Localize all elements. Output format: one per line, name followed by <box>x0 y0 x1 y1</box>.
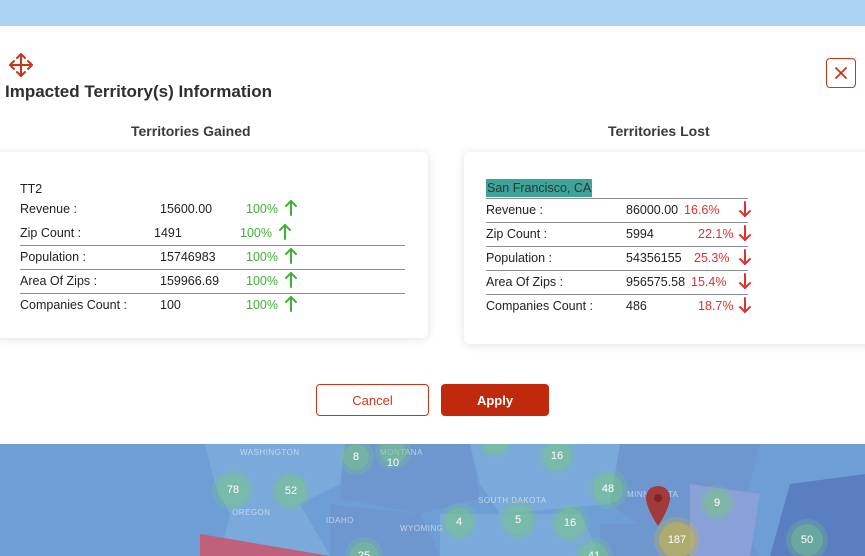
gained-row-population: Population : 15746983 100% <box>20 246 405 270</box>
gained-zip-count-pct: 100% <box>240 226 272 240</box>
map-cluster[interactable]: 78 <box>217 474 249 506</box>
arrow-down-icon <box>739 273 751 290</box>
lost-revenue-label: Revenue : <box>486 203 543 217</box>
map-cluster[interactable]: 50 <box>791 524 823 556</box>
gained-revenue-pct: 100% <box>246 202 278 216</box>
map-label: WASHINGTON <box>240 448 300 457</box>
top-band <box>0 0 865 26</box>
map-label: WYOMING <box>400 524 444 533</box>
map-cluster[interactable]: 9 <box>704 490 730 516</box>
impacted-territory-dialog: Impacted Territory(s) Information Territ… <box>0 26 865 444</box>
territories-lost-heading: Territories Lost <box>608 123 710 139</box>
arrow-up-icon <box>285 199 297 216</box>
lost-population-label: Population : <box>486 251 553 265</box>
arrow-down-icon <box>739 297 751 314</box>
lost-row-area-of-zips: Area Of Zips : 956575.58 15.4% <box>486 271 751 295</box>
gained-population-value: 15746983 <box>160 250 216 264</box>
map-label: SOUTH DAKOTA <box>478 496 547 505</box>
gained-area-of-zips-value: 159966.69 <box>160 274 220 288</box>
lost-territory-name: San Francisco, CA <box>486 179 593 197</box>
arrow-up-icon <box>279 223 291 240</box>
gained-zip-count-label: Zip Count : <box>20 226 82 240</box>
lost-population-value: 54356155 <box>626 251 682 265</box>
lost-stats: Revenue : 86000.00 16.6% Zip Count : 599… <box>486 198 751 319</box>
cancel-button[interactable]: Cancel <box>316 384 429 416</box>
map-cluster[interactable]: 16 <box>555 508 585 538</box>
gained-companies-count-value: 100 <box>160 298 181 312</box>
gained-population-pct: 100% <box>246 250 278 264</box>
map-cluster-count: 10 <box>386 457 400 469</box>
gained-row-area-of-zips: Area Of Zips : 159966.69 100% <box>20 270 405 294</box>
gained-companies-count-pct: 100% <box>246 298 278 312</box>
arrow-up-icon <box>285 247 297 264</box>
arrow-down-icon <box>739 201 751 218</box>
map-label: IDAHO <box>326 516 354 525</box>
gained-territory-name: TT2 <box>20 182 43 196</box>
map-cluster[interactable]: 8 <box>343 444 369 470</box>
lost-area-of-zips-value: 956575.58 <box>626 275 686 289</box>
lost-row-companies-count: Companies Count : 486 18.7% <box>486 295 751 319</box>
dialog-title: Impacted Territory(s) Information <box>5 82 272 101</box>
move-icon[interactable] <box>8 52 34 78</box>
gained-revenue-label: Revenue : <box>20 202 77 216</box>
territories-lost-card: San Francisco, CA Revenue : 86000.00 16.… <box>464 152 865 344</box>
map-cluster[interactable]: 4 <box>445 508 473 536</box>
gained-row-zip-count: Zip Count : 1491 100% <box>20 222 405 246</box>
gained-companies-count-label: Companies Count : <box>20 298 128 312</box>
apply-button[interactable]: Apply <box>441 384 549 416</box>
gained-row-companies-count: Companies Count : 100 100% <box>20 294 405 318</box>
lost-revenue-value: 86000.00 <box>626 203 679 217</box>
lost-companies-count-label: Companies Count : <box>486 299 594 313</box>
arrow-down-icon <box>739 225 751 242</box>
gained-population-label: Population : <box>20 250 87 264</box>
gained-revenue-value: 15600.00 <box>160 202 213 216</box>
gained-zip-count-value: 1491 <box>154 226 182 240</box>
lost-zip-count-label: Zip Count : <box>486 227 548 241</box>
lost-revenue-pct: 16.6% <box>684 203 720 217</box>
gained-row-revenue: Revenue : 15600.00 100% <box>20 198 405 222</box>
arrow-down-icon <box>739 249 751 266</box>
territories-gained-heading: Territories Gained <box>131 123 251 139</box>
gained-stats: Revenue : 15600.00 100% Zip Count : 1491… <box>20 198 405 318</box>
lost-zip-count-value: 5994 <box>626 227 654 241</box>
close-button[interactable] <box>826 58 856 88</box>
lost-row-revenue: Revenue : 86000.00 16.6% <box>486 199 751 223</box>
lost-row-population: Population : 54356155 25.3% <box>486 247 751 271</box>
map-cluster[interactable]: 52 <box>276 476 306 506</box>
lost-companies-count-value: 486 <box>626 299 647 313</box>
map-cluster[interactable]: 48 <box>593 474 623 504</box>
lost-area-of-zips-label: Area Of Zips : <box>486 275 564 289</box>
territories-gained-card: TT2 Revenue : 15600.00 100% Zip Count : … <box>0 152 428 338</box>
lost-zip-count-pct: 22.1% <box>698 227 734 241</box>
close-icon <box>835 67 847 79</box>
map-cluster[interactable]: 5 <box>503 505 533 535</box>
territory-map[interactable]: WASHINGTON MONTANA SOUTH DAKOTA OREGON I… <box>0 444 865 556</box>
lost-row-zip-count: Zip Count : 5994 22.1% <box>486 223 751 247</box>
map-regions <box>0 444 865 556</box>
gained-area-of-zips-pct: 100% <box>246 274 278 288</box>
arrow-up-icon <box>285 271 297 288</box>
gained-area-of-zips-label: Area Of Zips : <box>20 274 98 288</box>
lost-companies-count-pct: 18.7% <box>698 299 734 313</box>
lost-area-of-zips-pct: 15.4% <box>691 275 727 289</box>
map-label: OREGON <box>232 508 271 517</box>
lost-population-pct: 25.3% <box>694 251 730 265</box>
arrow-up-icon <box>285 295 297 312</box>
map-pin-icon[interactable] <box>644 484 672 528</box>
